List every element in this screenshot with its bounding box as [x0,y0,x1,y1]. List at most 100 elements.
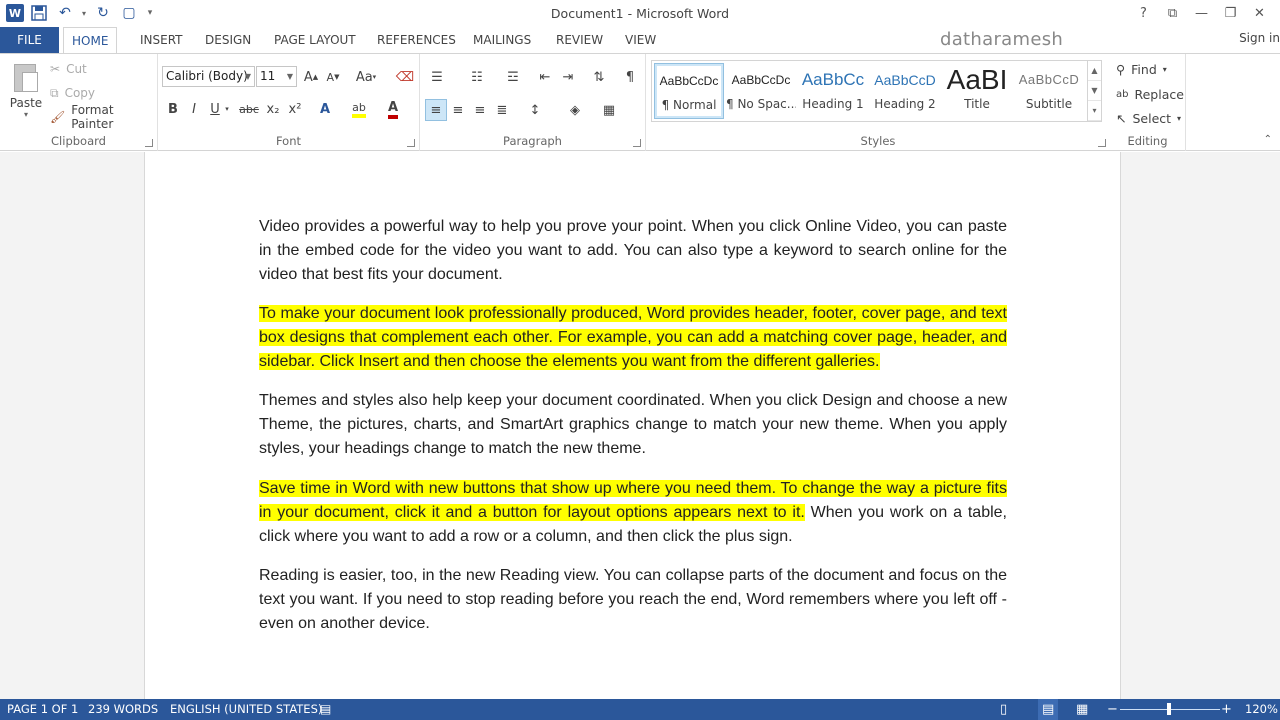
chevron-up-icon[interactable]: ▲ [1088,61,1101,81]
collapse-ribbon-icon[interactable]: ⌃ [1264,134,1272,145]
shading-icon[interactable]: ◈ [564,99,586,121]
window-controls: ? ⧉ — ❐ ✕ [1129,2,1274,24]
print-layout-icon[interactable]: ▤ [1038,699,1059,720]
cursor-icon: ↖ [1116,110,1127,126]
restore-icon[interactable]: ❐ [1216,2,1245,24]
line-spacing-icon[interactable]: ↕ [524,99,546,121]
copy-label: Copy [64,86,96,100]
paragraph-launcher-icon[interactable] [633,139,641,147]
paragraph-3[interactable]: Themes and styles also help keep your do… [259,389,1007,461]
style-no-spacing[interactable]: AaBbCcDc ¶ No Spac... [726,63,796,119]
paragraph-group-label: Paragraph [503,134,562,148]
clipboard-launcher-icon[interactable] [145,139,153,147]
style-name: Subtitle [1025,97,1073,111]
show-formatting-button[interactable]: ¶ [619,66,641,88]
decrease-indent-icon[interactable]: ⇤ [534,66,556,88]
align-center-icon[interactable]: ≡ [447,99,469,121]
sort-icon[interactable]: ⇅ [588,66,610,88]
document-area[interactable]: Video provides a powerful way to help yo… [0,152,1280,699]
borders-icon[interactable]: ▦ [598,99,620,121]
superscript-button[interactable]: x² [284,98,306,120]
copy-button[interactable]: ⧉ Copy [50,83,95,103]
tab-mailings[interactable]: MAILINGS [465,27,539,53]
zoom-out-button[interactable]: − [1107,699,1118,720]
align-left-icon[interactable]: ≡ [425,99,447,121]
multilevel-list-icon[interactable]: ☲ [502,66,524,88]
close-icon[interactable]: ✕ [1245,2,1274,24]
web-layout-icon[interactable]: ▦ [1076,699,1088,720]
increase-indent-icon[interactable]: ⇥ [557,66,579,88]
tab-view[interactable]: VIEW [617,27,664,53]
clear-formatting-icon[interactable]: ⌫ [394,66,416,88]
tab-review[interactable]: REVIEW [548,27,611,53]
user-name[interactable]: datharamesh [940,29,1063,50]
font-family-value: Calibri (Body) [166,69,248,83]
font-family-select[interactable]: Calibri (Body) ▼ [162,66,255,87]
style-sample: AaBbCcDc [731,73,791,87]
justify-icon[interactable]: ≣ [491,99,513,121]
tab-design[interactable]: DESIGN [197,27,259,53]
style-heading-1[interactable]: AaBbCc Heading 1 [798,63,868,119]
italic-button[interactable]: I [183,98,205,120]
select-button[interactable]: ↖ Select ▾ [1116,107,1181,129]
align-right-icon[interactable]: ≡ [469,99,491,121]
replace-button[interactable]: ab Replace [1116,83,1184,105]
tab-page-layout[interactable]: PAGE LAYOUT [266,27,364,53]
shrink-font-icon[interactable]: A ▼ [322,66,344,88]
zoom-slider-thumb[interactable] [1167,703,1171,715]
subscript-button[interactable]: x₂ [262,98,284,120]
font-color-icon[interactable]: A [382,98,404,120]
find-button[interactable]: ⚲ Find ▾ [1116,58,1167,80]
underline-dropdown-icon[interactable]: ▾ [222,98,232,120]
tab-home[interactable]: HOME [63,27,118,54]
paste-dropdown-icon[interactable]: ▾ [8,110,44,119]
tab-insert[interactable]: INSERT [132,27,191,53]
macro-recording-icon[interactable]: ▤ [320,699,331,720]
chevron-down-icon: ▾ [1177,113,1182,123]
paragraph-2[interactable]: To make your document look professionall… [259,302,1007,374]
format-painter-label: Format Painter [71,103,114,131]
more-styles-icon[interactable]: ▾ [1088,101,1101,121]
page-count[interactable]: PAGE 1 OF 1 [7,699,78,720]
scissors-icon: ✂ [50,62,61,76]
paragraph-4[interactable]: Save time in Word with new buttons that … [259,477,1007,549]
styles-launcher-icon[interactable] [1098,139,1106,147]
style-subtitle[interactable]: AaBbCcD Subtitle [1014,63,1084,119]
paragraph-1[interactable]: Video provides a powerful way to help yo… [259,215,1007,287]
help-icon[interactable]: ? [1129,2,1158,24]
change-case-icon[interactable]: Aa ▾ [352,66,380,88]
word-count[interactable]: 239 WORDS [88,699,158,720]
paste-button[interactable]: Paste ▾ [8,60,44,119]
read-mode-icon[interactable]: ▯ [1000,699,1007,720]
tab-references[interactable]: REFERENCES [369,27,464,53]
numbering-icon[interactable]: ☷ [466,66,488,88]
document-page[interactable]: Video provides a powerful way to help yo… [144,152,1121,699]
chevron-down-icon[interactable]: ▼ [1088,81,1101,101]
style-normal[interactable]: AaBbCcDc ¶ Normal [654,63,724,119]
highlight-color-icon[interactable]: ab [348,98,370,120]
tab-file[interactable]: FILE [0,27,59,53]
style-title[interactable]: AaBI Title [942,63,1012,119]
ribbon-display-options-icon[interactable]: ⧉ [1158,2,1187,24]
style-heading-2[interactable]: AaBbCcD Heading 2 [870,63,940,119]
style-name: ¶ No Spac... [726,97,796,111]
language[interactable]: ENGLISH (UNITED STATES) [170,699,322,720]
minimize-icon[interactable]: — [1187,2,1216,24]
strikethrough-button[interactable]: abc [238,98,260,120]
zoom-level[interactable]: 120% [1245,699,1278,720]
font-group-label: Font [275,134,302,148]
paragraph-5[interactable]: Reading is easier, too, in the new Readi… [259,564,1007,636]
zoom-in-button[interactable]: + [1221,699,1232,720]
style-sample: AaBbCcD [874,72,936,88]
text-effects-icon[interactable]: A [314,98,336,120]
cut-button[interactable]: ✂ Cut [50,59,87,79]
bullets-icon[interactable]: ☰ [426,66,448,88]
font-launcher-icon[interactable] [407,139,415,147]
style-name: Heading 2 [874,97,936,111]
ribbon-tabs: FILE HOME INSERT DESIGN PAGE LAYOUT REFE… [0,27,1280,54]
format-painter-button[interactable]: 🖌 Format Painter [50,103,157,131]
font-size-select[interactable]: 11 ▼ [256,66,297,87]
bold-button[interactable]: B [162,98,184,120]
grow-font-icon[interactable]: A ▲ [300,66,322,88]
sign-in-link[interactable]: Sign in [1239,31,1280,45]
